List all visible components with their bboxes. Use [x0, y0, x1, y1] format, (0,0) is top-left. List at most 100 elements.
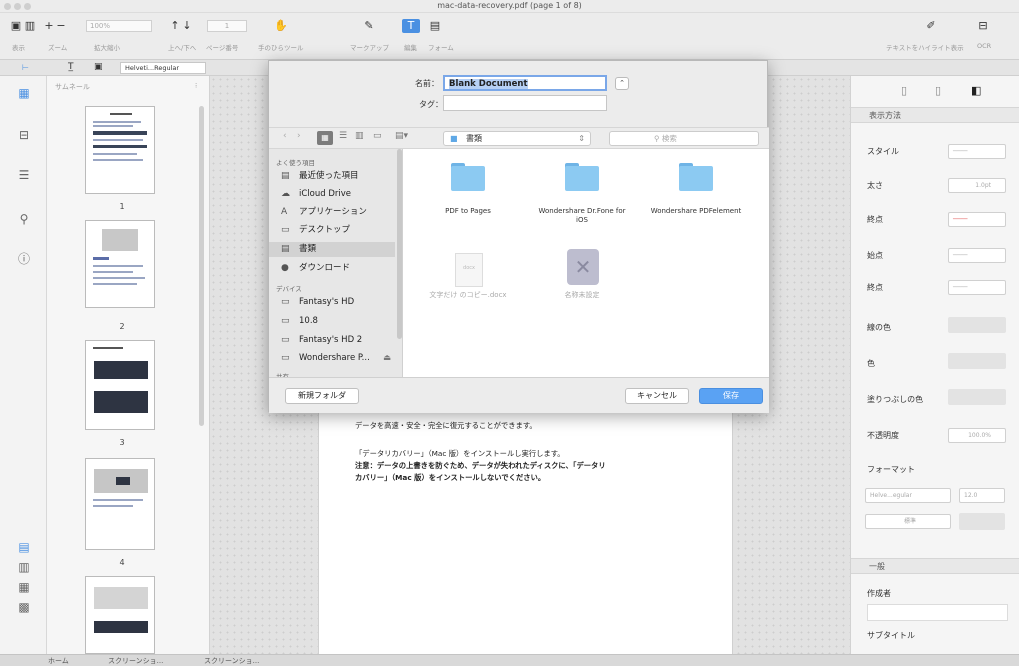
text-format-icon[interactable]: T̲: [68, 62, 74, 72]
docx-file-icon[interactable]: docx: [455, 253, 483, 287]
disk-icon: ▭: [281, 353, 290, 363]
filename-input[interactable]: Blank Document: [443, 75, 607, 91]
sidebar-item-documents[interactable]: ▤ 書類: [269, 242, 395, 257]
font-family-select[interactable]: Helve...egular: [865, 488, 951, 503]
column-view-button[interactable]: ▥: [355, 131, 364, 141]
cloud-icon: ☁: [281, 189, 290, 199]
start-select[interactable]: ────: [948, 212, 1006, 227]
general-section[interactable]: 一般: [851, 558, 1019, 574]
hand-tool-icon[interactable]: ✋: [274, 19, 288, 33]
search-field[interactable]: ⚲ 検索: [609, 131, 759, 146]
thickness-stepper[interactable]: 1.0pt: [948, 178, 1006, 193]
markup-icon[interactable]: ✎: [362, 19, 376, 33]
grid-thumb-icon[interactable]: ▦: [17, 580, 31, 594]
dialog-sidebar: よく使う項目 ▤ 最近使った項目 ☁ iCloud Drive A アプリケーション …: [269, 149, 403, 377]
sidebar-item-recent[interactable]: ▤ 最近使った項目: [269, 169, 395, 184]
sidebar-toggle-icon[interactable]: ⊢: [22, 63, 29, 72]
display-method-section[interactable]: 表示方法: [851, 107, 1019, 123]
edit-icon[interactable]: T: [402, 19, 420, 33]
annotation-props-icon[interactable]: ◧: [971, 84, 981, 97]
sidebar-item-desktop[interactable]: ▭ デスクトップ: [269, 223, 395, 238]
page-thumbnail-5[interactable]: [85, 576, 155, 654]
tab-home[interactable]: ホーム: [48, 656, 69, 666]
zoom-select[interactable]: 100%: [86, 20, 152, 32]
folder-icon[interactable]: [679, 163, 713, 191]
sidebar-item-downloads[interactable]: ● ダウンロード: [269, 261, 395, 276]
sidebar-scrollbar[interactable]: [397, 149, 402, 339]
thumbnail-menu-icon[interactable]: ⁝: [195, 82, 197, 90]
next-page-button[interactable]: ↓: [182, 19, 192, 33]
view-single-icon[interactable]: ▣: [10, 19, 22, 33]
documents-icon: ▤: [281, 244, 290, 254]
opacity-stepper[interactable]: 100.0%: [948, 428, 1006, 443]
bookmark-icon[interactable]: ⊟: [17, 128, 31, 142]
edit-label: 編集: [404, 44, 417, 52]
expand-dialog-button[interactable]: ⌃: [615, 77, 629, 90]
icon-view-button[interactable]: ▦: [317, 131, 333, 145]
large-grid-icon[interactable]: ▩: [17, 600, 31, 614]
search-icon[interactable]: ⚲: [17, 212, 31, 226]
eject-icon[interactable]: ⏏: [383, 351, 391, 366]
list-thumb-icon[interactable]: ▥: [17, 560, 31, 574]
page-number-input[interactable]: 1: [207, 20, 247, 32]
font-size-select[interactable]: 12.0: [959, 488, 1005, 503]
form-icon[interactable]: ▤: [428, 19, 442, 33]
thumbnail-view-icon[interactable]: ▦: [17, 86, 31, 100]
app-icon[interactable]: ✕: [567, 249, 599, 285]
page-thumbnail-2[interactable]: [85, 220, 155, 308]
folder-icon[interactable]: [451, 163, 485, 191]
sidebar-item-label: 10.8: [299, 316, 318, 326]
folder-icon[interactable]: [565, 163, 599, 191]
prev-page-button[interactable]: ↑: [170, 19, 180, 33]
page-thumbnail-4[interactable]: [85, 458, 155, 550]
thickness-label: 太さ: [867, 181, 883, 190]
zoom-out-button[interactable]: −: [56, 19, 66, 33]
text-color-swatch[interactable]: [959, 513, 1005, 530]
page-thumbnail-3[interactable]: [85, 340, 155, 430]
color-swatch[interactable]: [948, 353, 1006, 369]
outline-icon[interactable]: ☰: [17, 168, 31, 182]
text-props-icon[interactable]: ▯: [935, 84, 941, 97]
back-button[interactable]: ‹: [283, 131, 287, 141]
disk-icon: ▭: [281, 316, 290, 326]
sidebar-item-applications[interactable]: A アプリケーション: [269, 205, 395, 220]
font-select[interactable]: Helveti...Regular: [120, 62, 206, 74]
tab-screenshot-2[interactable]: スクリーンショ...: [204, 656, 259, 666]
sidebar-item-disk-4[interactable]: ▭ Wondershare P... ⏏: [269, 351, 395, 366]
subtitle-label: サブタイトル: [867, 631, 915, 640]
chevron-updown-icon: ⇕: [578, 134, 585, 143]
list-view-button[interactable]: ☰: [339, 131, 347, 141]
style-select[interactable]: ────: [948, 144, 1006, 159]
sidebar-item-disk-3[interactable]: ▭ Fantasy's HD 2: [269, 333, 395, 348]
highlight-icon[interactable]: ✐: [924, 19, 938, 33]
view-double-icon[interactable]: ▥: [24, 19, 36, 33]
coverflow-view-button[interactable]: ▭: [373, 131, 382, 141]
page-thumbnail-1[interactable]: [85, 106, 155, 194]
forward-button[interactable]: ›: [297, 131, 301, 141]
zoom-in-button[interactable]: +: [44, 19, 54, 33]
start2-select[interactable]: ────: [948, 248, 1006, 263]
document-page[interactable]: データを高速・安全・完全に復元することができます。 「データリカバリー」（Mac…: [318, 405, 733, 654]
end-select[interactable]: ────: [948, 280, 1006, 295]
page-props-icon[interactable]: ▯: [901, 84, 907, 97]
fill-color-swatch[interactable]: [948, 389, 1006, 405]
sidebar-item-disk-1[interactable]: ▭ Fantasy's HD: [269, 295, 395, 310]
line-color-swatch[interactable]: [948, 317, 1006, 333]
ocr-icon[interactable]: ⊟: [976, 19, 990, 33]
sidebar-item-icloud[interactable]: ☁ iCloud Drive: [269, 187, 395, 202]
author-field[interactable]: [867, 604, 1008, 621]
tab-screenshot-1[interactable]: スクリーンショ...: [108, 656, 163, 666]
tags-input[interactable]: [443, 95, 607, 111]
single-thumb-icon[interactable]: ▤: [17, 540, 31, 554]
arrange-button[interactable]: ▤▾: [395, 131, 408, 141]
info-icon[interactable]: ⓘ: [17, 252, 31, 266]
cancel-button[interactable]: キャンセル: [625, 388, 689, 404]
image-format-icon[interactable]: ▣: [94, 62, 103, 72]
new-folder-button[interactable]: 新規フォルダ: [285, 388, 359, 404]
save-button[interactable]: 保存: [699, 388, 763, 404]
sidebar-item-disk-2[interactable]: ▭ 10.8: [269, 314, 395, 329]
align-select[interactable]: 標準: [865, 514, 951, 529]
location-select[interactable]: ■ 書類 ⇕: [443, 131, 591, 146]
download-icon: ●: [281, 263, 289, 273]
thumbnail-scrollbar[interactable]: [199, 106, 204, 426]
